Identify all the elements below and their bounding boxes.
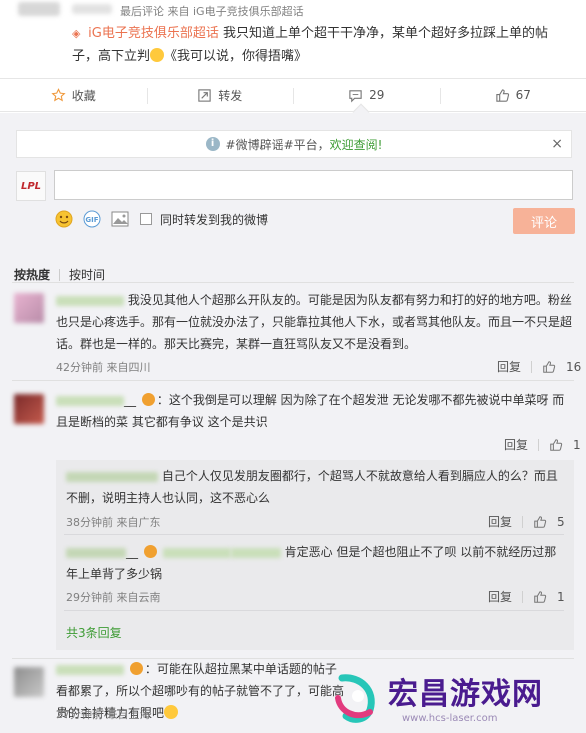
favorite-button[interactable]: 收藏	[0, 79, 147, 111]
blurred-username[interactable]	[56, 295, 124, 306]
avatar[interactable]	[14, 667, 44, 697]
sub-reply-actions: 回复 1	[488, 588, 565, 605]
star-icon	[51, 87, 66, 101]
like-count: 1	[573, 437, 581, 452]
avatar[interactable]	[14, 293, 44, 323]
blurred-mention[interactable]	[230, 547, 281, 558]
sub-reply-meta: 38分钟前 来自广东	[66, 516, 161, 529]
blurred-username[interactable]	[66, 547, 126, 558]
sub-reply-actions: 回复 5	[488, 513, 565, 530]
comment-meta: 42分钟前 来自四川	[56, 361, 151, 374]
notice-link[interactable]: 欢迎查阅!	[330, 136, 383, 153]
notice-prefix: #微博辟谣#平台，	[225, 137, 330, 152]
reply-button[interactable]: 回复	[488, 588, 512, 605]
post-text-end: 《我可以说，你得捂嘴》	[164, 49, 308, 64]
watermark-title: 宏昌游戏网	[388, 677, 543, 712]
sub-reply-divider	[64, 534, 564, 535]
action-divider	[531, 360, 533, 373]
comment-button[interactable]: 29	[293, 79, 440, 111]
site-watermark: 宏昌游戏网 www.hcs-laser.com	[330, 660, 586, 733]
supertopic-icon: ◈	[72, 27, 81, 40]
comment-text: 我没见其他人个超那么开队友的。可能是因为队友都有努力和打的好的地方吧。粉丝也只是…	[56, 293, 573, 351]
comment-panel: i #微博辟谣#平台， 欢迎查阅! × LPL GIF 同时转发到我的微博 评论…	[0, 103, 586, 733]
rumor-notice: i #微博辟谣#平台， 欢迎查阅! ×	[16, 130, 572, 158]
comment-divider	[12, 380, 574, 381]
cat-emoji-icon	[164, 705, 179, 719]
comment-count: 29	[369, 88, 385, 102]
comment-icon	[349, 89, 362, 102]
like-count: 5	[557, 514, 565, 529]
current-user-avatar[interactable]: LPL	[16, 171, 46, 201]
blurred-username	[72, 4, 112, 14]
sub-reply-body: 自己个人仅见发朋友圈都行，个超骂人不就故意给人看到膈应人的么？而且不删，说明主持…	[66, 465, 564, 509]
username-suffix: __	[124, 393, 136, 407]
emoji-picker-icon[interactable]	[54, 209, 74, 229]
like-count: 1	[557, 589, 565, 604]
comment-actions: 回复 1	[504, 436, 581, 453]
blurred-username[interactable]	[56, 664, 124, 675]
fan-badge-icon	[143, 545, 157, 558]
thumbs-up-icon[interactable]	[542, 360, 556, 374]
sort-by-time[interactable]: 按时间	[69, 266, 105, 283]
svg-text:GIF: GIF	[85, 216, 98, 224]
sort-divider-line	[12, 282, 574, 283]
sort-by-hot[interactable]: 按热度	[14, 266, 50, 283]
comment-meta: 27分钟前 来自上海	[56, 708, 151, 721]
sort-divider	[59, 268, 61, 281]
like-count: 67	[515, 88, 531, 102]
comment-actions: 回复 16	[497, 358, 581, 375]
gif-icon[interactable]: GIF	[82, 209, 102, 229]
repost-label: 转发	[218, 88, 243, 103]
post-action-bar: 收藏 转发 29 67	[0, 78, 586, 112]
action-divider	[522, 515, 524, 528]
more-replies-link[interactable]: 共3条回复	[66, 624, 122, 641]
thumbs-up-icon	[495, 88, 509, 102]
thinking-emoji-icon	[150, 48, 165, 62]
post-meta: 最后评论 来自 iG电子竞技俱乐部超话	[120, 5, 304, 18]
avatar[interactable]	[14, 394, 44, 424]
submit-comment-button[interactable]: 评论	[513, 208, 575, 234]
blurred-mention[interactable]	[162, 547, 231, 558]
comment-input[interactable]	[54, 170, 573, 200]
fan-badge-icon	[129, 662, 143, 675]
comment-body: 我没见其他人个超那么开队友的。可能是因为队友都有努力和打的好的地方吧。粉丝也只是…	[56, 289, 572, 355]
favorite-label: 收藏	[71, 88, 96, 103]
sub-reply-text: 肯定恶心 但是个超也阻止不了呗 以前不就经历过那年上单背了多少锅	[66, 545, 557, 581]
blurred-user-avatar	[18, 2, 60, 16]
close-icon[interactable]: ×	[551, 136, 563, 152]
username-suffix: __	[126, 545, 138, 559]
forward-checkbox[interactable]	[140, 213, 152, 225]
blurred-username[interactable]	[66, 471, 158, 482]
blurred-username[interactable]	[56, 395, 124, 406]
thumbs-up-icon[interactable]	[549, 438, 563, 452]
reply-button[interactable]: 回复	[488, 513, 512, 530]
action-divider	[522, 590, 524, 603]
watermark-text: 宏昌游戏网 www.hcs-laser.com	[388, 669, 543, 724]
like-count: 16	[566, 359, 582, 374]
supertopic-link[interactable]: iG电子竞技俱乐部超话	[88, 26, 219, 41]
thumbs-up-icon[interactable]	[533, 515, 547, 529]
info-icon: i	[205, 137, 220, 151]
watermark-url: www.hcs-laser.com	[402, 713, 498, 724]
post-header: 最后评论 来自 iG电子竞技俱乐部超话 ◈ iG电子竞技俱乐部超话 我只知道上单…	[0, 0, 586, 78]
post-body: ◈ iG电子竞技俱乐部超话 我只知道上单个超干干净净，某单个超好多拉踩上单的帖子…	[72, 22, 572, 68]
repost-icon	[198, 88, 211, 102]
watermark-logo-icon	[330, 668, 388, 726]
image-upload-icon[interactable]	[110, 209, 130, 229]
like-button[interactable]: 67	[439, 79, 586, 111]
sub-reply-divider	[64, 610, 564, 611]
action-divider	[538, 438, 540, 451]
composer-tools: GIF 同时转发到我的微博	[54, 209, 268, 229]
forward-label: 同时转发到我的微博	[160, 212, 269, 227]
fan-badge-icon	[141, 393, 155, 406]
sub-reply-body: __ 肯定恶心 但是个超也阻止不了呗 以前不就经历过那年上单背了多少锅	[66, 541, 564, 585]
reply-button[interactable]: 回复	[504, 436, 528, 453]
comment-body: __ ：这个我倒是可以理解 因为除了在个超发泄 无论发哪不都先被说中单菜呀 而且…	[56, 389, 572, 433]
thumbs-up-icon[interactable]	[533, 590, 547, 604]
repost-button[interactable]: 转发	[146, 79, 294, 111]
reply-button[interactable]: 回复	[497, 358, 521, 375]
sub-reply-meta: 29分钟前 来自云南	[66, 591, 161, 604]
sort-bar: 按热度 按时间	[14, 266, 105, 283]
